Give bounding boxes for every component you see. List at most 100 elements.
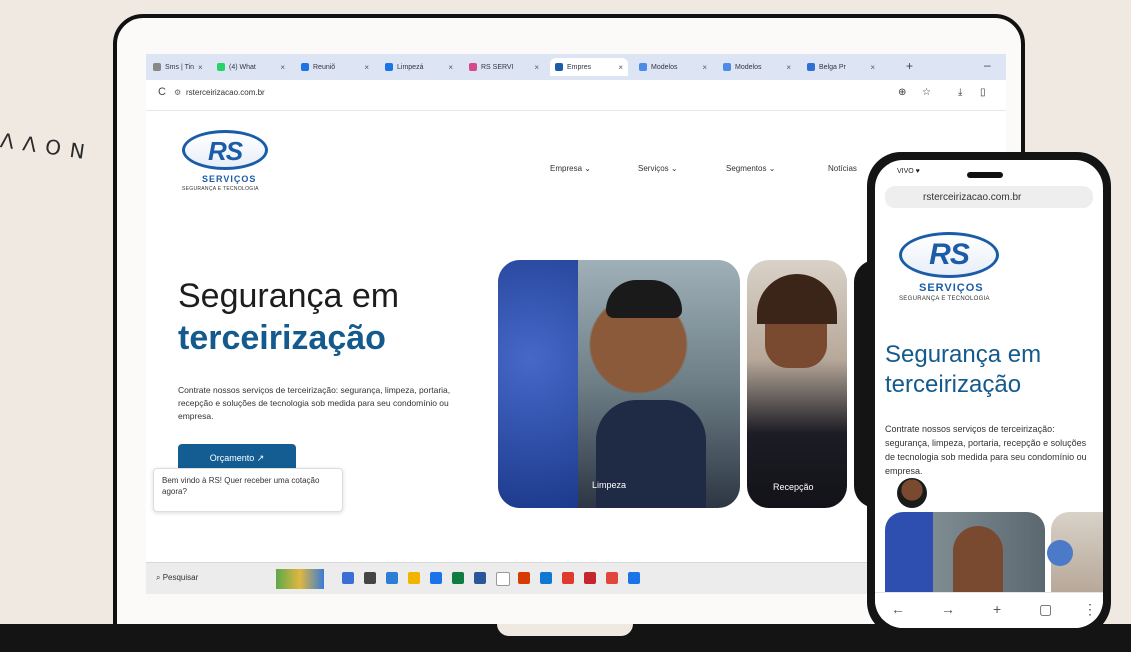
hero-title-line1: Segurança em [178,277,400,315]
hero-title-line2: terceirização [178,319,386,357]
taskbar-app-icon[interactable] [540,572,552,584]
browser-tab[interactable]: Empres × [550,58,628,76]
tabs-icon[interactable]: ▢ [1039,601,1052,618]
browser-tab[interactable]: Modelos × [634,58,712,76]
chat-bubble[interactable]: Bem vindo à RS! Quer receber uma cotação… [153,468,343,512]
tab-bar: + – Sms | Tin × (4) What × Reuniõ × Limpezá × RS… [146,54,1006,80]
sidepanel-icon[interactable]: ▯ [980,87,986,98]
menu-noticias[interactable]: Notícias [828,164,857,173]
taskbar-app-icon[interactable] [518,572,530,584]
tab-close-icon[interactable]: × [698,63,707,72]
logo-subtitle: SEGURANÇA E TECNOLOGIA [182,186,259,192]
new-tab-button[interactable]: + [906,59,913,73]
tab-label: Empres [567,63,592,71]
person-hair [606,280,682,318]
browser-tab[interactable]: Belga Pr × [802,58,880,76]
browser-tab[interactable]: RS SERVI × [464,58,544,76]
corner-text: ΛΛΟΝ [0,128,96,166]
forward-icon[interactable]: → [941,601,955,617]
taskbar-app-icon[interactable] [562,572,574,584]
address-bar: C ⚙ rsterceirizacao.com.br ⊕ ☆ ⤓ ▯ [146,80,1006,111]
browser-tab[interactable]: Limpezá × [380,58,458,76]
tab-favicon-icon [469,63,477,71]
phone-logo-sub: SEGURANÇA E TECNOLOGIA [899,296,990,302]
tab-label: Modelos [651,63,678,71]
tab-close-icon[interactable]: × [866,63,875,72]
zoom-icon[interactable]: ⊕ [898,87,906,98]
tab-favicon-icon [217,63,225,71]
hero-text: Contrate nossos serviços de terceirizaçã… [178,385,451,421]
phone-bottom-bar: ← → + ▢ ⋮ [875,592,1103,628]
url-field[interactable]: rsterceirizacao.com.br [186,88,265,97]
tab-favicon-icon [555,63,563,71]
tab-label: Reuniõ [313,63,336,71]
tab-close-icon[interactable]: × [614,63,623,72]
site-logo[interactable]: RS SERVIÇOS SEGURANÇA E TECNOLOGIA [182,130,268,192]
taskbar-app-icon[interactable] [474,572,486,584]
tab-label: Belga Pr [819,63,846,71]
phone-limpeza-image[interactable] [885,512,1045,592]
menu-empresa[interactable]: Empresa ⌄ [550,164,591,173]
taskbar-app-icon[interactable] [408,572,420,584]
phone-notch [967,172,1003,178]
menu-servicos[interactable]: Serviços ⌄ [638,164,678,173]
taskbar-app-icon[interactable] [628,572,640,584]
logo-mark: RS [182,130,268,170]
limpeza-label: Limpeza [592,480,627,490]
phone-url[interactable]: rsterceirizacao.com.br [923,192,1021,203]
weather-widget[interactable] [276,569,324,589]
taskbar-app-icon[interactable] [430,572,442,584]
taskbar-app-icon[interactable] [496,572,510,586]
site-info-icon[interactable]: ⚙ [174,88,181,97]
back-icon[interactable]: ← [891,601,905,617]
taskbar-app-icon[interactable] [342,572,354,584]
minimize-button[interactable]: – [984,58,991,72]
tab-favicon-icon [807,63,815,71]
phone-chat-button[interactable] [1047,540,1073,566]
person-torso [596,400,706,508]
tab-close-icon[interactable]: × [276,63,285,72]
phone-logo-mark: RS [899,232,999,278]
recepcao-label: Recepção [773,482,814,492]
tab-favicon-icon [639,63,647,71]
taskbar-app-icon[interactable] [584,572,596,584]
taskbar-app-icon[interactable] [452,572,464,584]
menu-segmentos[interactable]: Segmentos ⌄ [726,164,775,173]
more-icon[interactable]: ⋮ [1083,601,1097,618]
taskbar-app-icon[interactable] [386,572,398,584]
tab-favicon-icon [153,63,161,71]
tab-label: RS SERVI [481,63,514,71]
taskbar-app-icon[interactable] [606,572,618,584]
bookmark-icon[interactable]: ☆ [922,87,931,98]
tab-close-icon[interactable]: × [194,63,203,72]
tab-label: Modelos [735,63,762,71]
tab-label: (4) What [229,63,256,71]
browser-tab[interactable]: Reuniõ × [296,58,374,76]
phone-text: Contrate nossos serviços de terceirizaçã… [885,424,1087,476]
browser-tab[interactable]: (4) What × [212,58,290,76]
phone-person-face [953,526,1003,592]
phone-logo[interactable]: RS SERVIÇOS SEGURANÇA E TECNOLOGIA [899,232,999,302]
tab-favicon-icon [723,63,731,71]
phone-screen: VIVO ♥ rsterceirizacao.com.br RS SERVIÇO… [875,160,1103,628]
download-icon[interactable]: ⤓ [958,87,962,98]
duster-image [498,260,578,508]
taskbar-search[interactable]: ⌕ Pesquisar [156,573,198,583]
tab-close-icon[interactable]: × [444,63,453,72]
logo-word: SERVIÇOS [202,174,257,184]
tab-close-icon[interactable]: × [530,63,539,72]
reload-icon[interactable]: C [158,86,166,98]
phone-logo-word: SERVIÇOS [919,282,984,294]
tab-close-icon[interactable]: × [360,63,369,72]
recepcao-card[interactable]: Recepção [747,260,847,508]
limpeza-card[interactable]: Limpeza [498,260,740,508]
browser-tab[interactable]: Modelos × [718,58,796,76]
tab-close-icon[interactable]: × [782,63,791,72]
tab-favicon-icon [301,63,309,71]
phone-status: VIVO ♥ [897,168,920,175]
chat-avatar[interactable] [897,478,927,508]
taskbar-app-icon[interactable] [364,572,376,584]
laptop-notch [497,624,633,636]
browser-tab[interactable]: Sms | Tin × [148,58,206,76]
new-tab-icon[interactable]: + [993,601,1001,617]
